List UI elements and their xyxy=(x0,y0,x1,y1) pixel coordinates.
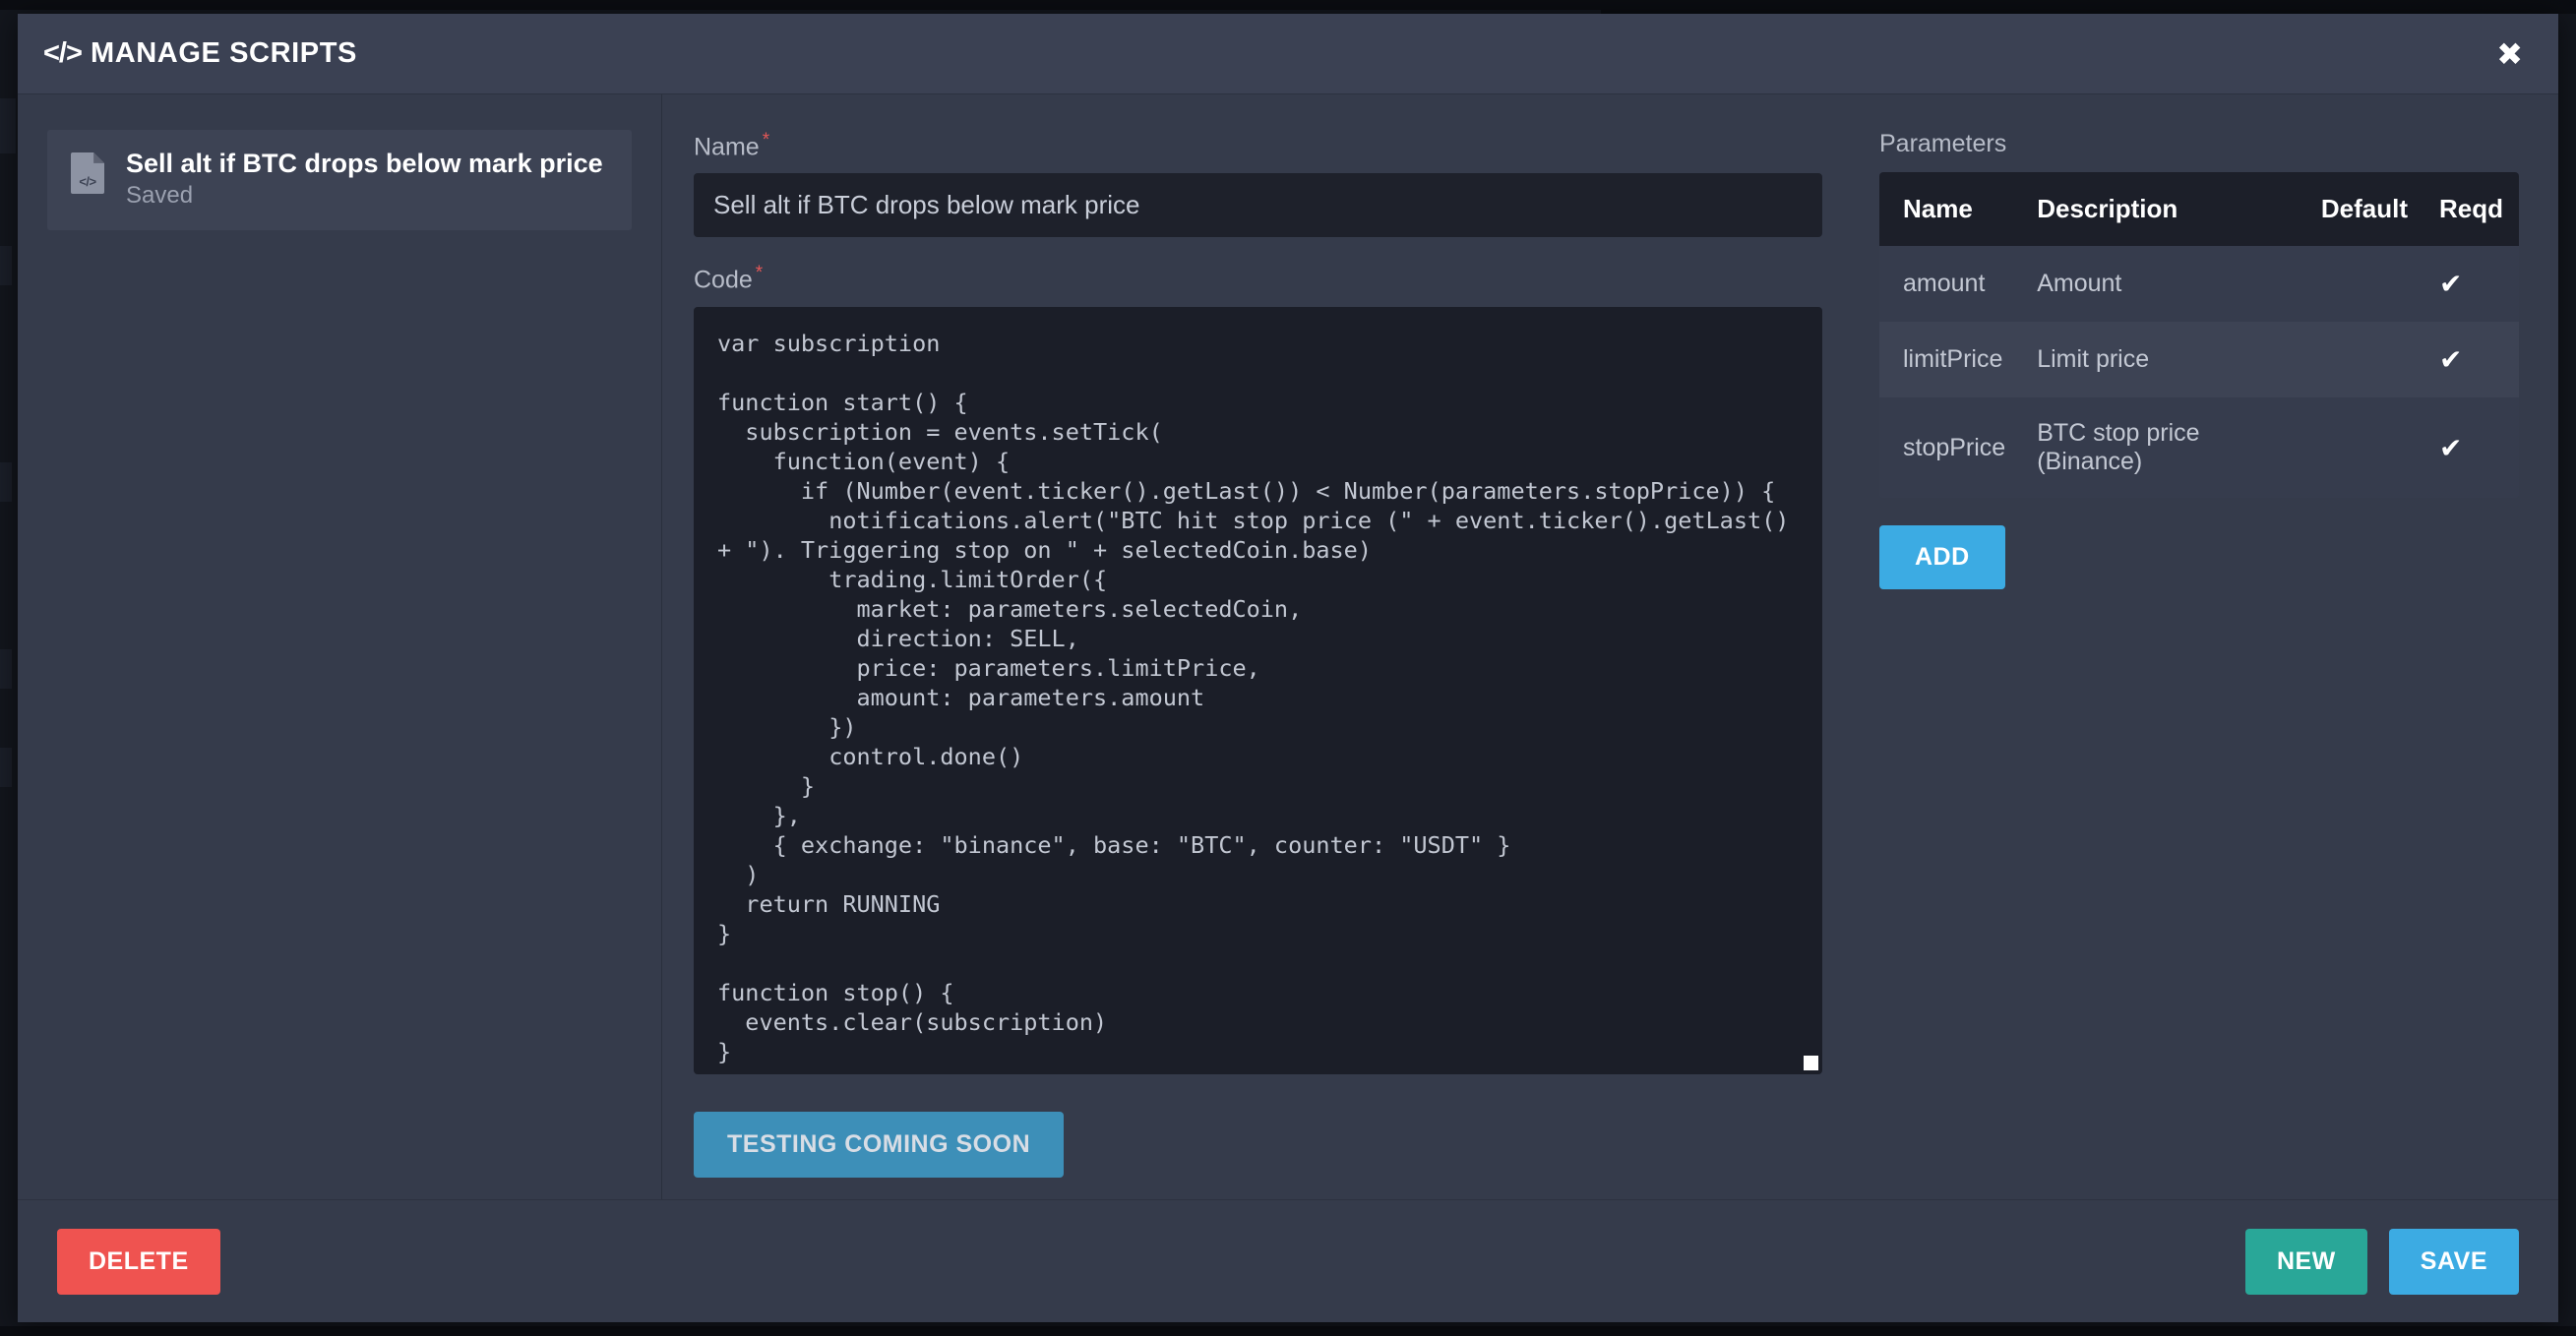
script-list-item[interactable]: </> Sell alt if BTC drops below mark pri… xyxy=(47,130,632,230)
parameters-table: Name Description Default Reqd amount Amo… xyxy=(1879,172,2519,498)
script-form-panel: Name* Code* var subscription function st… xyxy=(662,94,1870,1199)
name-field-label: Name * xyxy=(694,130,770,161)
name-input[interactable] xyxy=(694,173,1822,238)
add-parameter-button[interactable]: ADD xyxy=(1879,525,2005,589)
column-header-description: Description xyxy=(2021,172,2305,246)
param-default xyxy=(2305,322,2423,397)
backdrop-strip xyxy=(0,748,12,787)
script-item-status: Saved xyxy=(126,182,194,209)
backdrop-strip xyxy=(0,462,12,502)
param-name: stopPrice xyxy=(1903,433,2006,461)
script-item-name: Sell alt if BTC drops below mark price xyxy=(126,149,603,178)
new-button[interactable]: NEW xyxy=(2244,1228,2367,1295)
param-name: limitPrice xyxy=(1903,345,2003,373)
delete-button[interactable]: DELETE xyxy=(57,1228,220,1295)
param-name: amount xyxy=(1903,270,1986,297)
backdrop-strip xyxy=(0,1326,2576,1336)
script-file-icon: </> xyxy=(71,152,104,194)
code-editor[interactable]: var subscription function start() { subs… xyxy=(694,306,1822,1074)
column-header-default: Default xyxy=(2304,172,2423,246)
name-field-group: Name * xyxy=(694,130,1822,238)
close-icon[interactable]: ✖ xyxy=(2496,38,2523,70)
param-description: BTC stop price (Binance) xyxy=(2037,419,2200,475)
code-field-label: Code * xyxy=(694,263,764,294)
dialog-footer: DELETE NEW SAVE xyxy=(18,1200,2558,1322)
script-list-panel: </> Sell alt if BTC drops below mark pri… xyxy=(18,94,662,1199)
parameters-header-row: Name Description Default Reqd xyxy=(1879,172,2519,246)
table-row[interactable]: limitPrice Limit price ✔ xyxy=(1879,322,2519,397)
table-row[interactable]: amount Amount ✔ xyxy=(1879,246,2519,322)
backdrop-strip xyxy=(1601,0,2576,14)
check-icon: ✔ xyxy=(2439,268,2463,300)
check-icon: ✔ xyxy=(2439,343,2463,376)
column-header-name: Name xyxy=(1879,172,2022,246)
dialog-body: </> Sell alt if BTC drops below mark pri… xyxy=(18,94,2558,1200)
testing-coming-soon-button[interactable]: TESTING COMING SOON xyxy=(694,1111,1065,1178)
save-button[interactable]: SAVE xyxy=(2388,1228,2519,1295)
param-description: Limit price xyxy=(2037,345,2150,373)
check-icon: ✔ xyxy=(2439,431,2463,464)
parameters-panel: Parameters Name Description Default Reqd… xyxy=(1870,94,2558,1199)
backdrop-strip xyxy=(0,649,12,689)
script-item-meta: Sell alt if BTC drops below mark price S… xyxy=(126,149,603,210)
code-brackets-icon: </> xyxy=(43,37,83,69)
code-field-group: Code * var subscription function start() … xyxy=(694,263,1822,1074)
parameters-table-head: Name Description Default Reqd xyxy=(1879,172,2519,246)
param-default xyxy=(2305,246,2423,322)
required-asterisk: * xyxy=(762,130,770,151)
table-row[interactable]: stopPrice BTC stop price (Binance) ✔ xyxy=(1879,397,2519,498)
param-default xyxy=(2305,397,2423,498)
required-asterisk: * xyxy=(755,263,764,284)
dialog-titlebar: </> MANAGE SCRIPTS ✖ xyxy=(18,14,2558,94)
manage-scripts-dialog: </> MANAGE SCRIPTS ✖ </> Sell alt if BTC… xyxy=(18,14,2558,1322)
code-editor-wrapper: var subscription function start() { subs… xyxy=(694,306,1822,1074)
parameters-table-body: amount Amount ✔ limitPrice Limit price ✔… xyxy=(1879,246,2519,498)
backdrop-strip xyxy=(0,98,16,153)
column-header-reqd: Reqd xyxy=(2423,172,2519,246)
param-description: Amount xyxy=(2037,270,2122,297)
backdrop-strip xyxy=(0,246,12,285)
code-editor-resize-handle[interactable] xyxy=(1804,1055,1818,1070)
dialog-title: MANAGE SCRIPTS xyxy=(90,37,357,69)
script-file-icon-glyph: </> xyxy=(79,174,96,189)
parameters-title: Parameters xyxy=(1879,130,2007,157)
